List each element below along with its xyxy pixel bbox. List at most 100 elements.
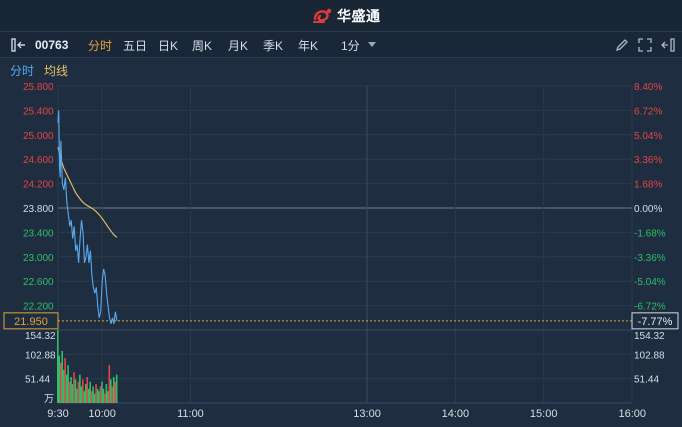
volume-bar — [99, 386, 102, 403]
fullscreen-icon[interactable] — [637, 37, 653, 53]
chevron-down-icon[interactable] — [368, 42, 376, 47]
time-tick-label: 9:30 — [47, 408, 68, 420]
volume-bar — [67, 365, 69, 403]
period-tab[interactable]: 月K — [228, 37, 248, 54]
stock-code[interactable]: 00763 — [35, 38, 68, 52]
period-tab[interactable]: 五日 — [123, 37, 147, 54]
volume-bar — [108, 365, 111, 403]
volume-bar — [80, 386, 83, 403]
price-line — [57, 110, 118, 325]
volume-bar — [107, 391, 109, 403]
volume-bar — [62, 369, 65, 403]
legend-time-share: 分时 — [10, 64, 35, 78]
expand-panel-icon[interactable] — [660, 37, 676, 53]
volume-bar — [70, 376, 72, 403]
volume-tick-label-left: 102.88 — [25, 350, 56, 361]
price-tick-label: 23.400 — [23, 228, 54, 239]
percent-tick-label: -3.36% — [634, 253, 666, 264]
pencil-icon[interactable] — [614, 37, 630, 53]
volume-bar — [104, 393, 106, 403]
volume-bar — [65, 374, 68, 403]
percent-tick-label: -1.68% — [634, 228, 666, 239]
percent-tick-label: 8.40% — [634, 82, 662, 93]
volume-bar — [109, 379, 112, 403]
volume-bar — [90, 391, 93, 403]
time-tick-label: 13:00 — [353, 408, 381, 420]
volume-bar — [93, 393, 96, 403]
price-tick-label: 25.400 — [23, 106, 54, 117]
volume-bar — [79, 374, 81, 403]
brand-name: 华盛通 — [337, 8, 381, 24]
volume-bar — [77, 381, 80, 403]
collapse-panel-icon[interactable] — [10, 36, 28, 54]
app-window: 华盛通 00763 分时 五日 日K 周K 月K 季K 年K 1分 分时 均线 25.800… — [0, 0, 682, 427]
legend-average-line: 均线 — [44, 64, 69, 78]
interval-select[interactable]: 1分 — [341, 37, 360, 54]
volume-bar — [95, 384, 97, 403]
current-price-label: 21.950 — [14, 316, 48, 328]
volume-bar — [84, 384, 87, 403]
volume-bar — [111, 386, 114, 403]
volume-tick-label-left: 154.32 — [25, 331, 56, 342]
price-tick-label: 24.600 — [23, 155, 54, 166]
volume-bar — [101, 381, 103, 403]
volume-unit-label: 万 — [44, 394, 54, 405]
volume-bar — [61, 350, 64, 403]
percent-tick-label: 6.72% — [634, 106, 662, 117]
legend-bar: 分时 均线 — [0, 59, 682, 79]
time-tick-label: 15:00 — [530, 408, 558, 420]
volume-bar — [96, 388, 99, 403]
volume-bar — [64, 358, 66, 403]
volume-bar — [98, 391, 100, 403]
volume-tick-label-right: 154.32 — [634, 331, 665, 342]
volume-bar — [57, 330, 59, 403]
volume-bar — [86, 376, 89, 403]
volume-tick-label-right: 102.88 — [634, 350, 665, 361]
percent-tick-label: 1.68% — [634, 180, 662, 191]
volume-bar — [92, 386, 94, 403]
volume-bar — [87, 388, 90, 403]
average-price-line — [57, 146, 118, 238]
time-tick-label: 14:00 — [442, 408, 470, 420]
price-tick-label: 23.000 — [23, 253, 54, 264]
chart-toolbar: 00763 分时 五日 日K 周K 月K 季K 年K 1分 — [0, 32, 682, 58]
volume-bar — [73, 372, 75, 403]
volume-bar — [82, 379, 84, 403]
volume-bar — [71, 384, 74, 403]
brand-logo-icon — [313, 8, 332, 23]
price-tick-label: 24.200 — [23, 180, 54, 191]
period-tab[interactable]: 日K — [158, 37, 178, 54]
period-tab[interactable]: 年K — [298, 37, 318, 54]
period-tab[interactable]: 周K — [192, 37, 212, 54]
volume-bar — [74, 379, 77, 403]
percent-tick-label: 3.36% — [634, 155, 662, 166]
brand: 华盛通 — [312, 6, 381, 26]
period-tab[interactable]: 分时 — [88, 37, 112, 54]
volume-bar — [58, 355, 61, 403]
volume-bar — [76, 388, 78, 403]
volume-bar — [112, 376, 115, 403]
volume-bar — [89, 381, 91, 403]
volume-tick-label-left: 51.44 — [25, 375, 50, 386]
price-tick-label: 22.600 — [23, 277, 54, 288]
percent-tick-label: -5.04% — [634, 277, 666, 288]
price-tick-label: 23.800 — [23, 204, 54, 215]
volume-bar — [115, 374, 118, 403]
volume-bar — [68, 381, 71, 403]
volume-bar — [102, 388, 105, 403]
volume-tick-label-right: 51.44 — [634, 375, 659, 386]
period-tab[interactable]: 季K — [263, 37, 283, 54]
current-percent-label: -7.77% — [638, 316, 673, 328]
volume-bar — [59, 362, 62, 403]
time-tick-label: 16:00 — [618, 408, 646, 420]
time-tick-label: 11:00 — [177, 408, 204, 420]
top-bar: 华盛通 — [0, 0, 682, 32]
time-tick-label: 10:00 — [88, 408, 116, 420]
percent-tick-label: 0.00% — [634, 204, 662, 215]
percent-tick-label: -6.72% — [634, 302, 666, 313]
intraday-chart[interactable]: 25.800 25.400 25.000 24.600 24.200 23.800 23.4… — [0, 79, 682, 427]
price-tick-label: 25.000 — [23, 131, 54, 142]
volume-bar — [83, 391, 86, 403]
volume-bar — [114, 381, 116, 403]
price-tick-label: 22.200 — [23, 302, 54, 313]
